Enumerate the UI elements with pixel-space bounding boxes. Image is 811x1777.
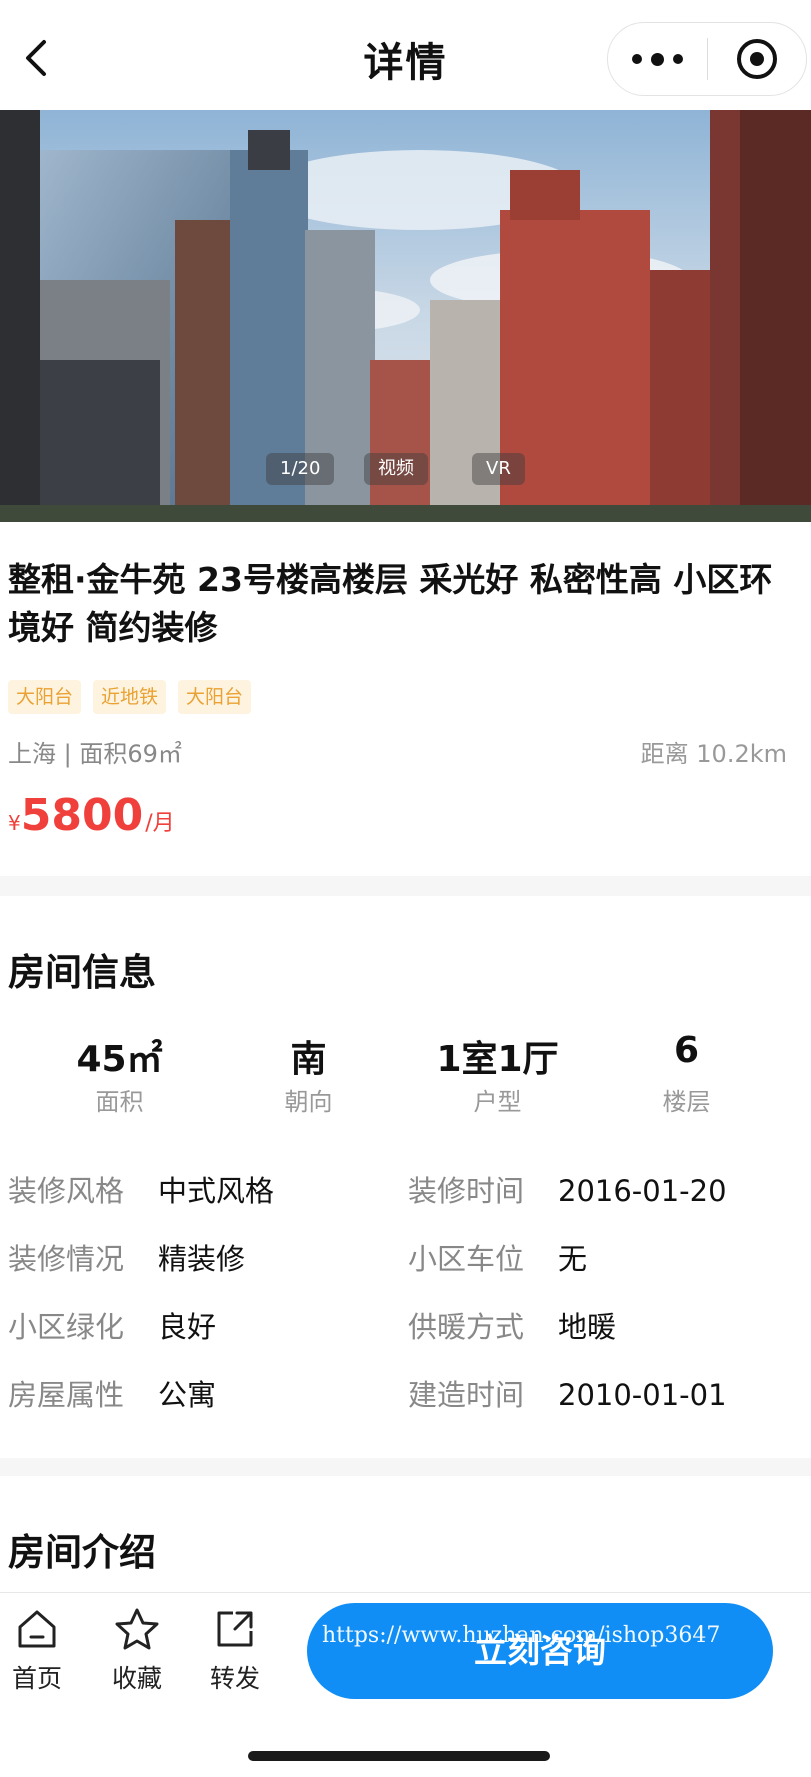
room-info-title: 房间信息 [8, 951, 156, 994]
listing-tags: 大阳台 近地铁 大阳台 [8, 680, 252, 714]
price-currency: ¥ [8, 811, 21, 835]
stat-area: 45㎡ 面积 [76, 1039, 163, 1116]
close-program-button[interactable] [708, 23, 806, 95]
mini-program-capsule [607, 22, 807, 96]
detail-row: 建造时间 2010-01-01 [408, 1378, 727, 1412]
more-dots-icon [632, 54, 642, 64]
tab-home[interactable]: 首页 [2, 1607, 72, 1695]
detail-row: 装修风格 中式风格 [8, 1174, 275, 1208]
bottom-action-bar: 首页 收藏 转发 立刻咨询 https://www.huzhan.com/ish… [0, 1592, 811, 1777]
target-icon [736, 39, 777, 79]
listing-title: 整租·金牛苑 23号楼高楼层 采光好 私密性高 小区环境好 简约装修 [8, 560, 773, 647]
stat-layout: 1室1厅 户型 [436, 1039, 559, 1116]
price: ¥ 5800 /月 [8, 790, 175, 841]
distance: 距离 10.2km [640, 740, 787, 768]
star-icon [115, 1608, 159, 1650]
detail-row: 供暖方式 地暖 [408, 1310, 617, 1344]
tag: 近地铁 [93, 680, 167, 714]
vr-tab[interactable]: VR [472, 453, 525, 485]
video-tab[interactable]: 视频 [364, 453, 428, 485]
photo-gallery[interactable]: 1/20 视频 VR [0, 110, 811, 522]
stat-floor: 6 楼层 [662, 1030, 711, 1116]
location-area: 上海 | 面积69㎡ [8, 740, 182, 768]
price-value: 5800 [20, 790, 144, 841]
consult-button[interactable]: 立刻咨询 [307, 1603, 773, 1699]
home-icon [18, 1610, 56, 1648]
home-indicator [248, 1751, 550, 1761]
price-unit: /月 [145, 811, 175, 836]
photo-counter-badge: 1/20 [266, 453, 335, 485]
detail-row: 装修时间 2016-01-20 [408, 1174, 727, 1208]
room-intro-title: 房间介绍 [8, 1531, 156, 1574]
tag: 大阳台 [8, 680, 82, 714]
detail-row: 装修情况 精装修 [8, 1242, 246, 1276]
nav-bar: 详情 [0, 0, 811, 110]
section-divider [0, 1458, 811, 1476]
detail-row: 房屋属性 公寓 [8, 1378, 217, 1412]
watermark-text: https://www.huzhan.com/ishop3647 [322, 1623, 721, 1648]
stat-orientation: 南 朝向 [284, 1039, 333, 1116]
tab-share[interactable]: 转发 [200, 1607, 270, 1695]
more-button[interactable] [608, 23, 707, 95]
tag: 大阳台 [178, 680, 252, 714]
detail-row: 小区绿化 良好 [8, 1310, 217, 1344]
room-stats: 45㎡ 面积 南 朝向 1室1厅 户型 6 楼层 [0, 1030, 811, 1117]
section-divider [0, 876, 811, 896]
share-icon [217, 1611, 253, 1647]
detail-row: 小区车位无 [408, 1242, 588, 1276]
tab-favorite[interactable]: 收藏 [102, 1607, 172, 1695]
